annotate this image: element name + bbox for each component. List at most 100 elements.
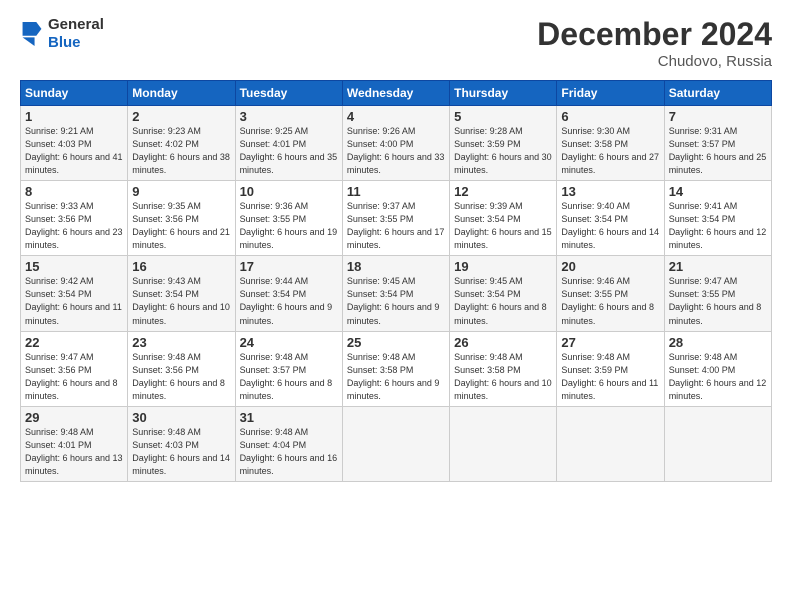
day-number: 23 (132, 335, 230, 350)
day-number: 13 (561, 184, 659, 199)
week-row-3: 15Sunrise: 9:42 AMSunset: 3:54 PMDayligh… (21, 256, 772, 331)
day-number: 9 (132, 184, 230, 199)
calendar-body: 1Sunrise: 9:21 AMSunset: 4:03 PMDaylight… (21, 106, 772, 482)
calendar-cell: 29Sunrise: 9:48 AMSunset: 4:01 PMDayligh… (21, 406, 128, 481)
day-number: 6 (561, 109, 659, 124)
day-number: 18 (347, 259, 445, 274)
calendar-cell: 13Sunrise: 9:40 AMSunset: 3:54 PMDayligh… (557, 181, 664, 256)
day-info: Sunrise: 9:33 AMSunset: 3:56 PMDaylight:… (25, 200, 123, 252)
day-info: Sunrise: 9:46 AMSunset: 3:55 PMDaylight:… (561, 275, 659, 327)
day-info: Sunrise: 9:48 AMSunset: 4:01 PMDaylight:… (25, 426, 123, 478)
day-number: 22 (25, 335, 123, 350)
calendar-cell: 20Sunrise: 9:46 AMSunset: 3:55 PMDayligh… (557, 256, 664, 331)
col-thursday: Thursday (450, 81, 557, 106)
calendar-cell: 12Sunrise: 9:39 AMSunset: 3:54 PMDayligh… (450, 181, 557, 256)
day-info: Sunrise: 9:44 AMSunset: 3:54 PMDaylight:… (240, 275, 338, 327)
logo-icon (22, 22, 42, 46)
day-info: Sunrise: 9:36 AMSunset: 3:55 PMDaylight:… (240, 200, 338, 252)
calendar-cell: 16Sunrise: 9:43 AMSunset: 3:54 PMDayligh… (128, 256, 235, 331)
day-info: Sunrise: 9:25 AMSunset: 4:01 PMDaylight:… (240, 125, 338, 177)
calendar-cell: 31Sunrise: 9:48 AMSunset: 4:04 PMDayligh… (235, 406, 342, 481)
day-number: 20 (561, 259, 659, 274)
calendar-cell: 21Sunrise: 9:47 AMSunset: 3:55 PMDayligh… (664, 256, 771, 331)
logo: General Blue (20, 16, 104, 52)
day-number: 2 (132, 109, 230, 124)
day-number: 3 (240, 109, 338, 124)
day-info: Sunrise: 9:48 AMSunset: 4:04 PMDaylight:… (240, 426, 338, 478)
calendar-table: Sunday Monday Tuesday Wednesday Thursday… (20, 80, 772, 482)
calendar-cell: 24Sunrise: 9:48 AMSunset: 3:57 PMDayligh… (235, 331, 342, 406)
day-number: 7 (669, 109, 767, 124)
day-number: 21 (669, 259, 767, 274)
day-number: 24 (240, 335, 338, 350)
day-info: Sunrise: 9:40 AMSunset: 3:54 PMDaylight:… (561, 200, 659, 252)
day-number: 25 (347, 335, 445, 350)
day-number: 27 (561, 335, 659, 350)
col-sunday: Sunday (21, 81, 128, 106)
header: General Blue December 2024 Chudovo, Russ… (20, 16, 772, 70)
day-info: Sunrise: 9:21 AMSunset: 4:03 PMDaylight:… (25, 125, 123, 177)
day-info: Sunrise: 9:30 AMSunset: 3:58 PMDaylight:… (561, 125, 659, 177)
week-row-5: 29Sunrise: 9:48 AMSunset: 4:01 PMDayligh… (21, 406, 772, 481)
day-number: 30 (132, 410, 230, 425)
col-tuesday: Tuesday (235, 81, 342, 106)
day-number: 19 (454, 259, 552, 274)
day-info: Sunrise: 9:41 AMSunset: 3:54 PMDaylight:… (669, 200, 767, 252)
calendar-cell: 28Sunrise: 9:48 AMSunset: 4:00 PMDayligh… (664, 331, 771, 406)
day-info: Sunrise: 9:48 AMSunset: 3:58 PMDaylight:… (347, 351, 445, 403)
day-info: Sunrise: 9:39 AMSunset: 3:54 PMDaylight:… (454, 200, 552, 252)
day-info: Sunrise: 9:28 AMSunset: 3:59 PMDaylight:… (454, 125, 552, 177)
calendar-cell: 26Sunrise: 9:48 AMSunset: 3:58 PMDayligh… (450, 331, 557, 406)
day-info: Sunrise: 9:48 AMSunset: 3:57 PMDaylight:… (240, 351, 338, 403)
day-number: 15 (25, 259, 123, 274)
day-info: Sunrise: 9:42 AMSunset: 3:54 PMDaylight:… (25, 275, 123, 327)
day-number: 12 (454, 184, 552, 199)
day-info: Sunrise: 9:47 AMSunset: 3:56 PMDaylight:… (25, 351, 123, 403)
day-number: 16 (132, 259, 230, 274)
day-number: 26 (454, 335, 552, 350)
calendar-cell: 18Sunrise: 9:45 AMSunset: 3:54 PMDayligh… (342, 256, 449, 331)
calendar-cell: 27Sunrise: 9:48 AMSunset: 3:59 PMDayligh… (557, 331, 664, 406)
calendar-cell: 10Sunrise: 9:36 AMSunset: 3:55 PMDayligh… (235, 181, 342, 256)
col-monday: Monday (128, 81, 235, 106)
page: General Blue December 2024 Chudovo, Russ… (0, 0, 792, 612)
col-wednesday: Wednesday (342, 81, 449, 106)
day-number: 11 (347, 184, 445, 199)
calendar-cell: 23Sunrise: 9:48 AMSunset: 3:56 PMDayligh… (128, 331, 235, 406)
day-number: 4 (347, 109, 445, 124)
day-info: Sunrise: 9:48 AMSunset: 4:03 PMDaylight:… (132, 426, 230, 478)
calendar-cell: 30Sunrise: 9:48 AMSunset: 4:03 PMDayligh… (128, 406, 235, 481)
calendar-cell: 14Sunrise: 9:41 AMSunset: 3:54 PMDayligh… (664, 181, 771, 256)
day-number: 14 (669, 184, 767, 199)
header-row: Sunday Monday Tuesday Wednesday Thursday… (21, 81, 772, 106)
logo-line2: Blue (48, 34, 104, 52)
calendar-cell: 15Sunrise: 9:42 AMSunset: 3:54 PMDayligh… (21, 256, 128, 331)
calendar-cell: 1Sunrise: 9:21 AMSunset: 4:03 PMDaylight… (21, 106, 128, 181)
day-info: Sunrise: 9:31 AMSunset: 3:57 PMDaylight:… (669, 125, 767, 177)
logo-line1: General (48, 16, 104, 34)
day-info: Sunrise: 9:48 AMSunset: 3:56 PMDaylight:… (132, 351, 230, 403)
col-saturday: Saturday (664, 81, 771, 106)
calendar-cell: 2Sunrise: 9:23 AMSunset: 4:02 PMDaylight… (128, 106, 235, 181)
calendar-cell: 22Sunrise: 9:47 AMSunset: 3:56 PMDayligh… (21, 331, 128, 406)
month-title: December 2024 (537, 16, 772, 53)
calendar-cell: 7Sunrise: 9:31 AMSunset: 3:57 PMDaylight… (664, 106, 771, 181)
calendar-cell (450, 406, 557, 481)
day-info: Sunrise: 9:45 AMSunset: 3:54 PMDaylight:… (347, 275, 445, 327)
calendar-cell: 25Sunrise: 9:48 AMSunset: 3:58 PMDayligh… (342, 331, 449, 406)
calendar-cell: 17Sunrise: 9:44 AMSunset: 3:54 PMDayligh… (235, 256, 342, 331)
day-number: 1 (25, 109, 123, 124)
calendar-cell (557, 406, 664, 481)
calendar-cell: 9Sunrise: 9:35 AMSunset: 3:56 PMDaylight… (128, 181, 235, 256)
calendar-cell: 19Sunrise: 9:45 AMSunset: 3:54 PMDayligh… (450, 256, 557, 331)
week-row-4: 22Sunrise: 9:47 AMSunset: 3:56 PMDayligh… (21, 331, 772, 406)
day-number: 5 (454, 109, 552, 124)
day-number: 8 (25, 184, 123, 199)
day-info: Sunrise: 9:37 AMSunset: 3:55 PMDaylight:… (347, 200, 445, 252)
day-info: Sunrise: 9:35 AMSunset: 3:56 PMDaylight:… (132, 200, 230, 252)
day-info: Sunrise: 9:43 AMSunset: 3:54 PMDaylight:… (132, 275, 230, 327)
day-number: 29 (25, 410, 123, 425)
day-info: Sunrise: 9:48 AMSunset: 4:00 PMDaylight:… (669, 351, 767, 403)
location: Chudovo, Russia (537, 53, 772, 70)
calendar-cell: 5Sunrise: 9:28 AMSunset: 3:59 PMDaylight… (450, 106, 557, 181)
